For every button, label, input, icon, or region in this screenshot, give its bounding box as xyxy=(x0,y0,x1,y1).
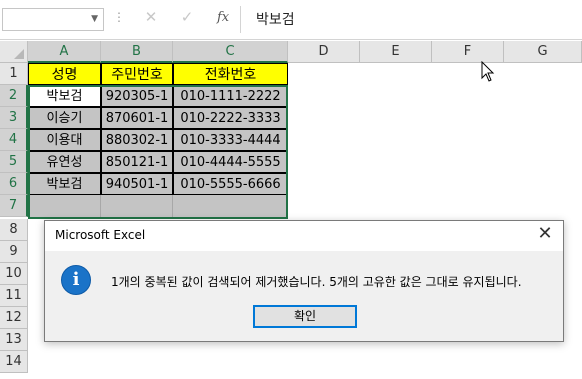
message-dialog: Microsoft Excel ✕ i 1개의 중복된 값이 검색되어 제거했습… xyxy=(44,220,564,342)
table-cell[interactable]: 850121-1 xyxy=(101,151,173,173)
table-cell-active[interactable]: 박보검 xyxy=(28,85,101,107)
table-cell[interactable]: 이승기 xyxy=(28,107,101,129)
dialog-body: i 1개의 중복된 값이 검색되어 제거했습니다. 5개의 고유한 값은 그대로… xyxy=(45,251,563,341)
dialog-message: 1개의 중복된 값이 검색되어 제거했습니다. 5개의 고유한 값은 그대로 유… xyxy=(111,275,522,289)
cancel-icon[interactable]: ✕ xyxy=(142,8,160,26)
enter-icon[interactable]: ✓ xyxy=(178,8,196,26)
empty-cell[interactable] xyxy=(28,195,101,219)
table-header-cell[interactable]: 전화번호 xyxy=(173,63,288,85)
select-all-button[interactable] xyxy=(0,41,28,63)
mouse-pointer-icon xyxy=(481,61,495,82)
column-header-c[interactable]: C xyxy=(173,41,288,63)
name-box[interactable]: ▼ xyxy=(2,8,104,31)
row-header-13[interactable]: 13 xyxy=(0,329,28,351)
table-cell[interactable]: 880302-1 xyxy=(101,129,173,151)
chevron-down-icon[interactable]: ▼ xyxy=(91,14,98,24)
table-cell[interactable]: 010-2222-3333 xyxy=(173,107,288,129)
row-header-4[interactable]: 4 xyxy=(0,129,28,151)
table-cell[interactable]: 010-4444-5555 xyxy=(173,151,288,173)
row-header-2[interactable]: 2 xyxy=(0,85,28,107)
info-icon: i xyxy=(61,265,91,295)
more-options-icon[interactable]: ⋮ xyxy=(113,10,125,24)
column-header-g[interactable]: G xyxy=(504,41,582,63)
table-cell[interactable]: 유연성 xyxy=(28,151,101,173)
row-header-1[interactable]: 1 xyxy=(0,63,28,85)
column-header-e[interactable]: E xyxy=(360,41,432,63)
row-header-14[interactable]: 14 xyxy=(0,351,28,373)
table-cell[interactable]: 870601-1 xyxy=(101,107,173,129)
insert-function-icon[interactable]: fx xyxy=(217,10,229,25)
empty-cell[interactable] xyxy=(101,195,173,219)
table-cell[interactable]: 이용대 xyxy=(28,129,101,151)
row-header-3[interactable]: 3 xyxy=(0,107,28,129)
table-header-cell[interactable]: 성명 xyxy=(28,63,101,85)
table-cell[interactable]: 920305-1 xyxy=(101,85,173,107)
table-cell[interactable]: 010-1111-2222 xyxy=(173,85,288,107)
close-icon[interactable]: ✕ xyxy=(535,223,555,245)
row-header-7[interactable]: 7 xyxy=(0,195,28,217)
column-header-d[interactable]: D xyxy=(288,41,360,63)
table-cell[interactable]: 010-3333-4444 xyxy=(173,129,288,151)
formula-bar: ▼ ⋮ ✕ ✓ fx 박보검 xyxy=(0,0,582,40)
table-cell[interactable]: 박보검 xyxy=(28,173,101,195)
row-header-8[interactable]: 8 xyxy=(0,219,28,241)
select-all-triangle-icon xyxy=(14,49,24,59)
column-header-f[interactable]: F xyxy=(432,41,504,63)
row-header-9[interactable]: 9 xyxy=(0,241,28,263)
formula-input[interactable]: 박보검 xyxy=(256,9,295,29)
table-cell[interactable]: 010-5555-6666 xyxy=(173,173,288,195)
row-header-10[interactable]: 10 xyxy=(0,263,28,285)
column-header-b[interactable]: B xyxy=(101,41,173,63)
row-header-12[interactable]: 12 xyxy=(0,307,28,329)
formula-bar-divider xyxy=(240,6,241,33)
row-header-11[interactable]: 11 xyxy=(0,285,28,307)
dialog-title: Microsoft Excel xyxy=(55,228,146,242)
table-cell[interactable]: 940501-1 xyxy=(101,173,173,195)
empty-cell[interactable] xyxy=(173,195,288,219)
table-header-cell[interactable]: 주민번호 xyxy=(101,63,173,85)
column-header-a[interactable]: A xyxy=(28,41,101,63)
row-header-5[interactable]: 5 xyxy=(0,151,28,173)
ok-button[interactable]: 확인 xyxy=(253,305,357,328)
row-header-6[interactable]: 6 xyxy=(0,173,28,195)
